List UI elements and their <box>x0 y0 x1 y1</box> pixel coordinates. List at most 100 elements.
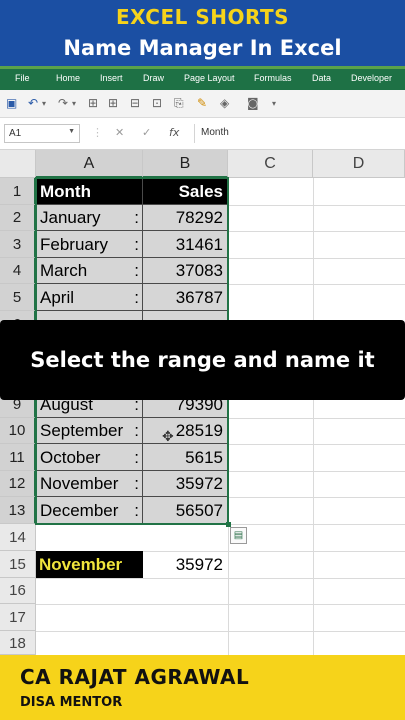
tab-insert[interactable]: Insert <box>100 73 123 83</box>
separator: : <box>134 421 139 440</box>
row-header-5[interactable]: 5 <box>0 284 36 311</box>
cell-a2[interactable]: January: <box>37 205 143 231</box>
cell-b11[interactable]: 5615 <box>143 444 227 471</box>
grid-icon[interactable]: ⊟ <box>130 96 140 110</box>
row-header-13[interactable]: 13 <box>0 497 36 524</box>
caption-overlay: Select the range and name it <box>0 320 405 400</box>
row-header-1[interactable]: 1 <box>0 178 36 205</box>
tab-data[interactable]: Data <box>312 73 331 83</box>
save-icon[interactable]: ▣ <box>6 96 17 110</box>
tab-home[interactable]: Home <box>56 73 80 83</box>
cell-a4[interactable]: March: <box>37 258 143 284</box>
row-header-3[interactable]: 3 <box>0 231 36 258</box>
cell-a12[interactable]: November: <box>37 471 143 497</box>
row-header-18[interactable]: 18 <box>0 631 36 655</box>
gridline <box>36 631 405 632</box>
gridline <box>228 497 405 498</box>
cell-b10[interactable]: 28519 <box>143 418 227 444</box>
cursor-icon: ✥ <box>162 429 174 445</box>
paint-bucket-icon[interactable]: ◈ <box>220 96 229 110</box>
name-box[interactable]: A1 ▼ <box>4 124 80 143</box>
month-label: March <box>40 261 88 280</box>
formula-bar: A1 ▼ ⋮ ✕ ✓ fx Month <box>0 118 405 150</box>
cell-a10[interactable]: September: <box>37 418 143 444</box>
tab-file[interactable]: File <box>15 73 30 83</box>
format-painter-icon[interactable]: ✎ <box>197 96 207 110</box>
row-header-4[interactable]: 4 <box>0 258 36 284</box>
redo-dropdown-icon[interactable]: ▾ <box>72 99 76 108</box>
month-label: April <box>40 288 75 307</box>
customize-icon[interactable]: ▾ <box>272 99 276 108</box>
tab-page-layout[interactable]: Page Layout <box>184 73 235 83</box>
separator: : <box>134 448 139 467</box>
gridline <box>228 524 405 525</box>
cell-a13[interactable]: December: <box>37 497 143 524</box>
chevron-down-icon[interactable]: ▼ <box>68 128 75 135</box>
gridline <box>228 231 405 232</box>
insert-icon[interactable]: ⊡ <box>152 96 162 110</box>
cell-b12[interactable]: 35972 <box>143 471 227 497</box>
row-header-2[interactable]: 2 <box>0 205 36 231</box>
quick-access-toolbar: ▣ ↶ ▾ ↷ ▾ ⊞ ⊞ ⊟ ⊡ ⎘ ✎ ◈ ◙ ▾ <box>0 90 405 118</box>
gridline <box>36 578 405 579</box>
ribbon-tabs: File Home Insert Draw Page Layout Formul… <box>0 66 405 90</box>
gridline <box>228 205 405 206</box>
cell-b13[interactable]: 56507 <box>143 497 227 524</box>
gridline <box>228 418 405 419</box>
footer-banner: CA RAJAT AGRAWAL DISA MENTOR <box>0 655 405 720</box>
row-header-11[interactable]: 11 <box>0 444 36 471</box>
quick-analysis-icon[interactable]: ▤ <box>230 527 247 544</box>
row-header-12[interactable]: 12 <box>0 471 36 497</box>
cancel-icon[interactable]: ✕ <box>115 126 124 139</box>
select-all-corner[interactable] <box>0 150 36 178</box>
row-header-16[interactable]: 16 <box>0 578 36 604</box>
banner-subtitle: Name Manager In Excel <box>63 36 342 60</box>
gridline <box>36 604 405 605</box>
gridline <box>228 471 405 472</box>
cell-b15[interactable]: 35972 <box>143 551 228 578</box>
table-icon[interactable]: ⊞ <box>108 96 118 110</box>
enter-icon[interactable]: ✓ <box>142 126 151 139</box>
month-label: December <box>40 501 119 520</box>
insert-function-icon[interactable]: fx <box>169 126 179 139</box>
clipboard-icon[interactable]: ⎘ <box>174 96 184 111</box>
separator: : <box>134 501 139 520</box>
column-header-c[interactable]: C <box>228 150 313 178</box>
tab-draw[interactable]: Draw <box>143 73 164 83</box>
column-header-b[interactable]: B <box>143 150 228 178</box>
spreadsheet-grid[interactable]: A B C D 1 2 3 4 5 6 7 8 9 10 11 12 13 14… <box>0 150 405 655</box>
separator: : <box>134 261 139 280</box>
column-header-d[interactable]: D <box>313 150 405 178</box>
separator: : <box>134 208 139 227</box>
tab-formulas[interactable]: Formulas <box>254 73 292 83</box>
presenter-role: DISA MENTOR <box>20 695 123 710</box>
undo-icon[interactable]: ↶ <box>28 96 38 110</box>
row-header-15[interactable]: 15 <box>0 551 36 578</box>
cell-b1[interactable]: Sales <box>143 178 227 205</box>
undo-dropdown-icon[interactable]: ▾ <box>42 99 46 108</box>
cell-b5[interactable]: 36787 <box>143 284 227 311</box>
formula-input[interactable]: Month <box>194 124 402 143</box>
banner-title: EXCEL SHORTS <box>115 5 290 29</box>
camera-icon[interactable]: ◙ <box>247 96 259 110</box>
cell-a3[interactable]: February: <box>37 231 143 258</box>
month-label: January <box>40 208 101 227</box>
tab-developer[interactable]: Developer <box>351 73 392 83</box>
borders-icon[interactable]: ⊞ <box>88 96 98 110</box>
row-header-14[interactable]: 14 <box>0 524 36 551</box>
cell-a1[interactable]: Month <box>37 178 143 205</box>
row-header-10[interactable]: 10 <box>0 418 36 444</box>
gridline <box>228 178 229 655</box>
cell-a11[interactable]: October: <box>37 444 143 471</box>
cell-b3[interactable]: 31461 <box>143 231 227 258</box>
row-header-17[interactable]: 17 <box>0 604 36 631</box>
cell-a15[interactable]: November <box>36 551 143 578</box>
separator: : <box>134 474 139 493</box>
name-box-value: A1 <box>9 128 22 139</box>
title-banner: EXCEL SHORTS Name Manager In Excel <box>0 0 405 66</box>
redo-icon[interactable]: ↷ <box>58 96 68 110</box>
cell-b2[interactable]: 78292 <box>143 205 227 231</box>
column-header-a[interactable]: A <box>36 150 143 178</box>
cell-b4[interactable]: 37083 <box>143 258 227 284</box>
cell-a5[interactable]: April: <box>37 284 143 311</box>
